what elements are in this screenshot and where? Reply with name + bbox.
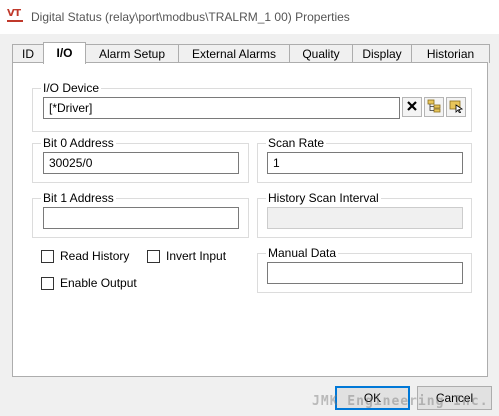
tab-external-alarms[interactable]: External Alarms (178, 44, 290, 63)
history-scan-interval-group: History Scan Interval (257, 191, 472, 238)
close-x-icon (406, 100, 418, 115)
tree-browse-icon (427, 99, 441, 116)
io-tab-panel: I/O Device [*Driver] Bit 0 Address 30025… (12, 62, 488, 377)
read-history-checkbox[interactable]: Read History (41, 248, 129, 264)
tab-quality[interactable]: Quality (289, 44, 353, 63)
manual-data-label: Manual Data (266, 246, 339, 260)
read-history-checkbox-box[interactable] (41, 249, 54, 263)
invert-input-label: Invert Input (166, 249, 227, 263)
browse-tree-button[interactable] (424, 97, 444, 117)
bit0-address-group: Bit 0 Address 30025/0 (32, 136, 249, 183)
tab-io[interactable]: I/O (43, 42, 86, 64)
enable-output-checkbox-box[interactable] (41, 276, 54, 290)
folder-select-icon (449, 99, 464, 116)
bit1-address-label: Bit 1 Address (41, 191, 116, 205)
scan-rate-group: Scan Rate 1 (257, 136, 472, 183)
title-bar: VT Digital Status (relay\port\modbus\TRA… (0, 0, 499, 34)
bit0-address-field[interactable]: 30025/0 (43, 152, 239, 174)
invert-input-checkbox[interactable]: Invert Input (147, 248, 226, 264)
bit1-address-field[interactable] (43, 207, 239, 229)
tab-historian[interactable]: Historian (411, 44, 490, 63)
tab-alarm-setup[interactable]: Alarm Setup (85, 44, 179, 63)
browse-select-button[interactable] (446, 97, 466, 117)
manual-data-field[interactable] (267, 262, 463, 284)
app-icon-text: VT (7, 8, 21, 19)
clear-device-button[interactable] (402, 97, 422, 117)
window-title: Digital Status (relay\port\modbus\TRALRM… (31, 10, 350, 24)
io-device-group: I/O Device [*Driver] (32, 81, 472, 132)
scan-rate-field[interactable]: 1 (267, 152, 463, 174)
bit0-address-label: Bit 0 Address (41, 136, 116, 150)
scan-rate-label: Scan Rate (266, 136, 327, 150)
watermark: JMK Engineering Inc. (312, 394, 489, 409)
enable-output-label: Enable Output (60, 276, 137, 290)
app-icon: VT (7, 9, 25, 25)
invert-input-checkbox-box[interactable] (147, 249, 160, 263)
bit1-address-group: Bit 1 Address (32, 191, 249, 238)
io-device-field[interactable]: [*Driver] (43, 97, 400, 119)
read-history-label: Read History (60, 249, 130, 263)
history-scan-interval-field (267, 207, 463, 229)
history-scan-interval-label: History Scan Interval (266, 191, 381, 205)
tab-display[interactable]: Display (352, 44, 412, 63)
manual-data-group: Manual Data (257, 246, 472, 293)
enable-output-checkbox[interactable]: Enable Output (41, 275, 137, 291)
tab-id[interactable]: ID (12, 44, 44, 63)
io-device-label: I/O Device (41, 81, 102, 95)
